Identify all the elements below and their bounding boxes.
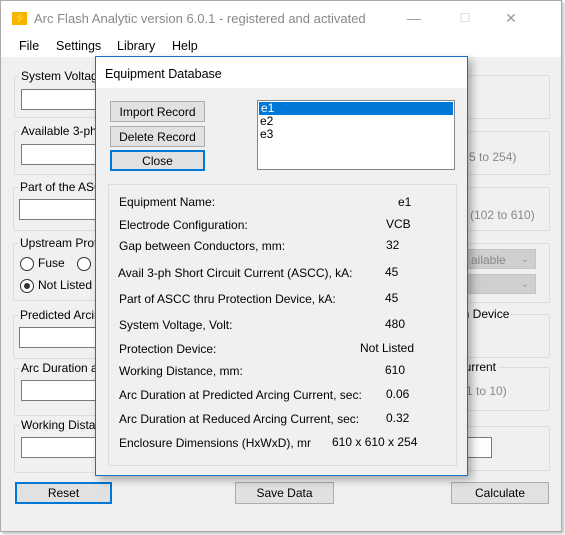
working-distance-label: Working Distan [19, 418, 105, 432]
save-data-button[interactable]: Save Data [235, 482, 334, 504]
detail-value: 45 [385, 265, 399, 279]
detail-label: Electrode Configuration: [119, 218, 248, 232]
equipment-database-dialog: Equipment Database Import Record Delete … [95, 56, 468, 476]
import-record-button[interactable]: Import Record [110, 101, 205, 122]
delete-record-button[interactable]: Delete Record [110, 126, 205, 147]
detail-label: Working Distance, mm: [119, 364, 243, 378]
detail-label: Equipment Name: [119, 195, 216, 209]
maximize-button[interactable]: ☐ [450, 5, 480, 31]
dialog-title-bar: Equipment Database [96, 57, 467, 88]
detail-value: 0.32 [386, 411, 410, 425]
detail-label: Arc Duration at Reduced Arcing Current, … [119, 412, 360, 426]
not-listed-radio-label[interactable]: Not Listed / [38, 278, 99, 292]
reset-button[interactable]: Reset [15, 482, 112, 504]
detail-label: Enclosure Dimensions (HxWxD), mr [119, 436, 312, 450]
arc-flash-warning-icon: ⚡ [12, 12, 27, 25]
title-bar: ⚡ Arc Flash Analytic version 6.0.1 - reg… [1, 1, 561, 35]
record-details-panel: Equipment Name: e1 Electrode Configurati… [108, 184, 457, 466]
menu-library[interactable]: Library [117, 39, 155, 53]
close-dialog-button[interactable]: Close [110, 150, 205, 171]
detail-value: 480 [385, 317, 406, 331]
records-listbox[interactable]: e1 e2 e3 [257, 100, 455, 170]
detail-value: 45 [385, 291, 399, 305]
detail-value: 32 [386, 238, 400, 252]
range-610-hint: (102 to 610) [470, 208, 535, 222]
not-listed-radio[interactable] [20, 279, 34, 293]
detail-value: 0.06 [386, 387, 410, 401]
menu-bar: File Settings Library Help [1, 35, 561, 57]
record-item[interactable]: e1 [259, 102, 453, 115]
detail-label: Gap between Conductors, mm: [119, 239, 286, 253]
range-10-hint: 1 to 10) [466, 384, 507, 398]
detail-value: VCB [386, 217, 411, 231]
chevron-down-icon: ⌄ [520, 279, 529, 290]
detail-label: Avail 3-ph Short Circuit Current (ASCC),… [118, 266, 353, 280]
fuse-radio-label[interactable]: Fuse [38, 256, 65, 270]
system-voltage-label: System Voltage [19, 69, 107, 83]
chevron-down-icon: ⌄ [520, 254, 529, 265]
detail-label: System Voltage, Volt: [119, 318, 233, 332]
menu-settings[interactable]: Settings [56, 39, 101, 53]
calculate-button[interactable]: Calculate [451, 482, 549, 504]
detail-value: Not Listed [360, 341, 415, 355]
range-254-hint: 5 to 254) [469, 150, 517, 164]
menu-help[interactable]: Help [172, 39, 198, 53]
record-item[interactable]: e2 [258, 115, 454, 128]
minimize-button[interactable]: — [399, 5, 429, 31]
detail-value: 610 [385, 363, 406, 377]
detail-label: Arc Duration at Predicted Arcing Current… [119, 388, 362, 402]
detail-label: Protection Device: [119, 342, 217, 356]
window-title: Arc Flash Analytic version 6.0.1 - regis… [34, 11, 366, 26]
detail-label: Part of ASCC thru Protection Device, kA: [119, 292, 336, 306]
close-button[interactable]: ✕ [496, 5, 526, 31]
breaker-radio[interactable] [77, 257, 91, 271]
record-item[interactable]: e3 [258, 128, 454, 141]
arc-duration-label: Arc Duration at [19, 361, 104, 375]
menu-file[interactable]: File [19, 39, 39, 53]
dialog-title: Equipment Database [105, 67, 222, 81]
fuse-radio[interactable] [20, 257, 34, 271]
detail-value: e1 [398, 195, 412, 209]
detail-value: 610 x 610 x 254 [332, 435, 418, 449]
